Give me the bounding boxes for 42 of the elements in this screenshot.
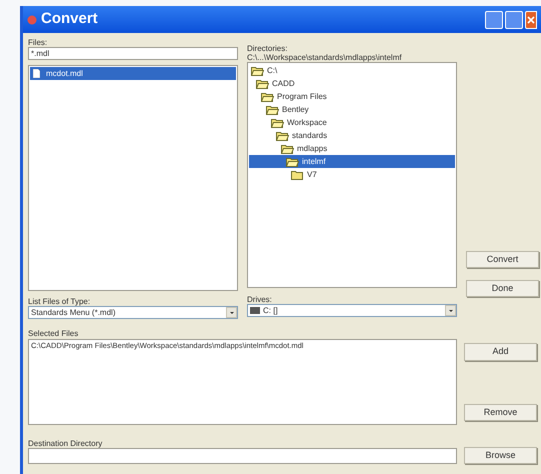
destination-field[interactable] bbox=[28, 448, 457, 464]
directory-item[interactable]: C:\ bbox=[249, 64, 455, 77]
close-icon bbox=[527, 16, 535, 24]
dialog-button[interactable]: Add bbox=[464, 343, 537, 361]
directory-item[interactable]: CADD bbox=[249, 77, 455, 90]
directory-item[interactable]: Program Files bbox=[249, 90, 455, 103]
maximize-button[interactable] bbox=[505, 10, 523, 28]
selected-files-label: Selected Files bbox=[28, 328, 80, 339]
directories-label: Directories: bbox=[247, 43, 288, 52]
directory-item[interactable]: Workspace bbox=[249, 116, 455, 129]
directory-item[interactable]: intelmf bbox=[249, 155, 455, 168]
directory-item[interactable]: Bentley bbox=[249, 103, 455, 116]
folder-icon bbox=[271, 118, 284, 128]
dialog-button[interactable]: Convert bbox=[466, 251, 539, 268]
folder-icon bbox=[276, 130, 289, 140]
folder-icon bbox=[266, 104, 279, 114]
drives-dropdown[interactable]: C: [] bbox=[247, 304, 457, 317]
minimize-button[interactable] bbox=[485, 10, 503, 28]
folder-icon bbox=[286, 156, 299, 166]
folder-icon bbox=[261, 92, 274, 102]
folder-icon bbox=[256, 78, 269, 88]
drives-label: Drives: bbox=[247, 296, 273, 304]
window-title: Convert bbox=[41, 9, 98, 30]
document-icon bbox=[33, 69, 40, 78]
directory-item[interactable]: mdlapps bbox=[249, 142, 455, 155]
destination-label: Destination Directory bbox=[28, 438, 104, 448]
dialog-button[interactable]: Done bbox=[466, 280, 539, 297]
drive-icon bbox=[250, 307, 260, 314]
files-label: Files: bbox=[28, 37, 48, 47]
file-type-label: List Files of Type: bbox=[28, 296, 92, 306]
close-button[interactable] bbox=[525, 10, 537, 28]
directory-item[interactable]: V7 bbox=[249, 168, 455, 181]
file-item[interactable]: mcdot.mdl bbox=[30, 67, 236, 80]
file-type-dropdown[interactable]: Standards Menu (*.mdl) bbox=[28, 306, 238, 319]
files-field[interactable]: *.mdl bbox=[28, 47, 238, 60]
directory-item[interactable]: standards bbox=[249, 129, 455, 142]
folder-icon bbox=[281, 144, 294, 154]
directory-path: C:\...\Workspace\standards\mdlapps\intelmf bbox=[247, 52, 403, 61]
app-icon bbox=[27, 14, 37, 24]
folder-icon bbox=[251, 66, 264, 76]
dialog-button[interactable]: Remove bbox=[464, 404, 537, 421]
dialog-button[interactable]: Browse bbox=[464, 447, 537, 464]
